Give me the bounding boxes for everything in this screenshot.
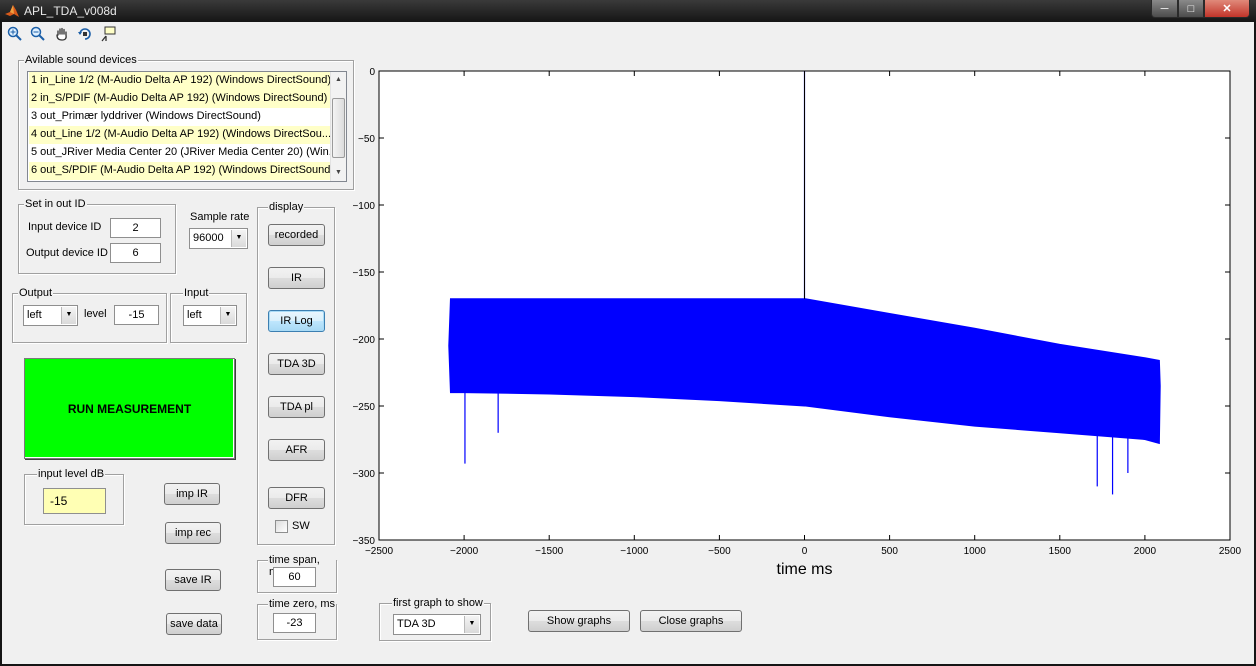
title-bar: APL_TDA_v008d ─ □ ✕ (0, 0, 1256, 22)
window-controls: ─ □ ✕ (1151, 0, 1250, 18)
x-tick-label: 500 (881, 546, 898, 557)
show-graphs-button[interactable]: Show graphs (528, 610, 630, 632)
x-tick-label: −500 (708, 546, 731, 557)
chevron-down-icon: ▼ (464, 616, 479, 633)
figure-window: Avilable sound devices 1 in_Line 1/2 (M-… (0, 22, 1256, 666)
x-tick-label: 1000 (964, 546, 987, 557)
y-tick-label: 0 (369, 67, 375, 78)
x-axis-label: time ms (777, 561, 833, 578)
save-data-button[interactable]: save data (166, 613, 222, 635)
x-tick-label: 0 (802, 546, 808, 557)
first-graph-value: TDA 3D (397, 618, 436, 630)
x-tick-label: 1500 (1049, 546, 1072, 557)
y-tick-label: −300 (352, 469, 375, 480)
time-zero-label: time zero, ms (268, 598, 336, 610)
y-tick-label: −350 (352, 536, 375, 547)
y-tick-label: −250 (352, 402, 375, 413)
first-graph-panel: first graph to show TDA 3D ▼ (379, 597, 491, 641)
minimize-button[interactable]: ─ (1151, 0, 1178, 18)
x-tick-label: 2000 (1134, 546, 1157, 557)
time-zero-panel: time zero, ms -23 (257, 598, 337, 640)
y-tick-label: −150 (352, 268, 375, 279)
y-tick-label: −200 (352, 335, 375, 346)
maximize-icon: □ (1187, 2, 1195, 15)
maximize-button[interactable]: □ (1178, 0, 1204, 18)
close-button[interactable]: ✕ (1204, 0, 1250, 18)
window-title: APL_TDA_v008d (24, 4, 117, 18)
time-zero-field[interactable]: -23 (273, 613, 316, 633)
y-tick-label: −100 (352, 201, 375, 212)
close-graphs-button[interactable]: Close graphs (640, 610, 742, 632)
close-icon: ✕ (1222, 3, 1232, 15)
first-graph-label: first graph to show (392, 597, 484, 609)
minimize-icon: ─ (1160, 2, 1169, 15)
first-graph-select[interactable]: TDA 3D ▼ (393, 614, 481, 635)
x-tick-label: −2500 (365, 546, 394, 557)
x-tick-label: 2500 (1219, 546, 1242, 557)
x-tick-label: −1000 (620, 546, 649, 557)
x-tick-label: −2000 (450, 546, 479, 557)
y-tick-label: −50 (358, 134, 375, 145)
x-tick-label: −1500 (535, 546, 564, 557)
matlab-logo-icon (5, 5, 19, 17)
ir-log-chart[interactable]: −2500 −2000 −1500 −1000 −500 0 500 1000 1500 2000… (2, 22, 1254, 582)
